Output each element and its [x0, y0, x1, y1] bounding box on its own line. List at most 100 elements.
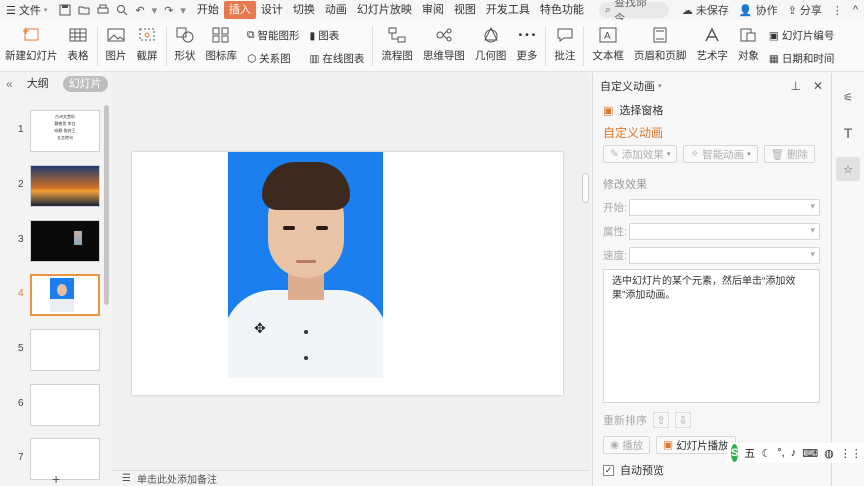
relation-button[interactable]: ⬡ 关系图	[247, 51, 300, 66]
slide-thumbnail[interactable]: 3	[0, 220, 108, 266]
autopreview-row[interactable]: ✓ 自动预览	[593, 460, 830, 480]
wand-icon: ✧	[690, 148, 700, 160]
icon-library-button[interactable]: 图标库	[201, 26, 243, 63]
tab-developer[interactable]: 开发工具	[481, 1, 535, 19]
properties-button[interactable]: ⚟	[836, 85, 860, 109]
start-label: 开始:	[603, 201, 627, 214]
start-select[interactable]	[629, 198, 820, 216]
new-slide-icon	[21, 26, 41, 44]
slide-thumbnail[interactable]: 6	[0, 384, 108, 430]
geometry-button[interactable]: 几何图	[470, 26, 512, 63]
screenshot-button[interactable]: 截屏	[132, 26, 163, 63]
tab-slides[interactable]: 幻灯片	[62, 76, 108, 92]
text-button[interactable]: T	[836, 121, 860, 145]
tab-slideshow[interactable]: 幻灯片放映	[352, 1, 417, 19]
slideshow-button[interactable]: ▣ 幻灯片播放	[656, 436, 736, 454]
undo-dropdown-icon[interactable]: ▾	[152, 4, 158, 17]
mic-icon[interactable]: ♪	[791, 447, 797, 459]
more-menu-icon[interactable]: ⋮	[832, 4, 843, 17]
play-button[interactable]: ◉ 播放	[603, 436, 651, 454]
picture-button[interactable]: 图片	[101, 26, 132, 63]
slide-thumbnail-selected[interactable]: 4	[0, 274, 108, 320]
comment-button[interactable]: 批注	[549, 26, 580, 63]
tab-outline[interactable]: 大纲	[21, 76, 55, 92]
chart-button[interactable]: ▮ 图表	[310, 28, 365, 43]
move-up-icon[interactable]: ⇧	[653, 412, 669, 428]
more-button[interactable]: • • • 更多	[511, 26, 542, 63]
flowchart-button[interactable]: 流程图	[376, 26, 418, 63]
open-icon[interactable]	[78, 4, 90, 16]
editor-scrollbar[interactable]	[582, 173, 589, 203]
skin-icon[interactable]: ◍	[824, 447, 834, 460]
slide-number-button[interactable]: ▣ 幻灯片编号	[769, 28, 834, 43]
speed-select[interactable]	[629, 246, 820, 264]
new-slide-button[interactable]: 新建幻灯片	[0, 26, 63, 63]
object-button[interactable]: 对象	[733, 26, 764, 63]
move-down-icon[interactable]: ⇩	[675, 412, 691, 428]
slides-scrollbar[interactable]	[104, 105, 109, 305]
wordart-button[interactable]: 艺术字	[691, 26, 733, 63]
slide-thumbnail[interactable]: 2	[0, 165, 108, 211]
save-icon[interactable]	[59, 4, 71, 16]
sogou-logo-icon[interactable]: S	[731, 444, 739, 462]
punctuation-icon[interactable]: °,	[777, 447, 784, 459]
command-search[interactable]: ⌕ 查找命令...	[598, 0, 669, 25]
delete-button[interactable]: 🗑 删除	[763, 145, 815, 163]
slide-thumbnail[interactable]: 1 古诗文赏析 静夜思 李白 咏鹅 骆宾王 五言绝句	[0, 110, 108, 156]
tab-home[interactable]: 开始	[192, 1, 224, 19]
unsaved-status[interactable]: ☁ 未保存	[682, 2, 729, 18]
share-button[interactable]: ⇪ 分享	[788, 2, 822, 18]
ime-mode[interactable]: 五	[744, 445, 755, 461]
speed-row: 速度:	[593, 245, 830, 265]
redo-icon[interactable]: ↷	[164, 4, 173, 17]
animation-list[interactable]: 选中幻灯片的某个元素，然后单击“添加效果”添加动画。	[603, 269, 820, 403]
mindmap-button[interactable]: 思维导图	[418, 26, 470, 63]
animation-button[interactable]: ☆	[836, 157, 860, 181]
add-effect-button[interactable]: ✎ 添加效果 ▾	[603, 145, 678, 163]
close-icon[interactable]: ✕	[813, 79, 823, 93]
portrait-photo[interactable]	[228, 152, 383, 378]
slide-6-preview	[30, 384, 100, 426]
tab-features[interactable]: 特色功能	[535, 1, 589, 19]
slide-number: 5	[18, 343, 24, 354]
smart-graphic-button[interactable]: ⧉ 智能图形	[247, 28, 300, 43]
tab-review[interactable]: 审阅	[417, 1, 449, 19]
collapse-ribbon-icon[interactable]: ^	[853, 4, 858, 16]
keyboard-icon[interactable]: ⌨	[802, 447, 818, 460]
collapse-panel-icon[interactable]: «	[6, 77, 13, 91]
print-icon[interactable]	[97, 4, 109, 16]
date-time-button[interactable]: ▦ 日期和时间	[769, 51, 834, 66]
preview-icon[interactable]	[116, 4, 128, 16]
slide-thumbnail[interactable]: 5	[0, 329, 108, 375]
property-select[interactable]	[629, 222, 820, 240]
select-pane-link[interactable]: ▣ 选择窗格	[593, 99, 830, 121]
moon-icon[interactable]: ☾	[761, 447, 771, 460]
screenshot-label: 截屏	[136, 50, 158, 62]
tab-transition[interactable]: 切换	[288, 1, 320, 19]
online-chart-label: 在线图表	[322, 53, 365, 65]
add-slide-button[interactable]: +	[52, 471, 60, 486]
table-button[interactable]: 表格	[63, 26, 94, 63]
tab-insert[interactable]: 插入	[223, 1, 256, 19]
pin-icon[interactable]: ⊥	[790, 79, 800, 93]
smart-graphic-group: ⧉ 智能图形 ⬡ 关系图	[242, 26, 305, 66]
tab-design[interactable]: 设计	[256, 1, 288, 19]
undo-icon[interactable]: ↶	[135, 4, 144, 17]
online-chart-button[interactable]: ▥ 在线图表	[310, 51, 365, 66]
file-menu[interactable]: ☰ 文件 ▾	[0, 0, 53, 20]
smart-animation-button[interactable]: ✧ 智能动画 ▾	[683, 145, 758, 163]
tab-view[interactable]: 视图	[449, 1, 481, 19]
customize-qa-icon[interactable]: ▾	[180, 4, 186, 17]
ribbon-divider	[165, 26, 167, 66]
current-slide[interactable]: ✥	[132, 152, 563, 395]
tab-animation[interactable]: 动画	[320, 1, 352, 19]
header-footer-button[interactable]: 页眉和页脚	[629, 26, 692, 63]
notes-area[interactable]: ☰ 单击此处添加备注	[112, 470, 590, 486]
chevron-down-icon[interactable]: ▾	[658, 82, 662, 90]
collab-button[interactable]: 👤 协作	[739, 2, 778, 18]
shape-button[interactable]: 形状	[170, 26, 201, 63]
pane-title[interactable]: 自定义动画	[600, 78, 655, 94]
autopreview-checkbox[interactable]: ✓	[603, 464, 614, 476]
textbox-button[interactable]: A 文本框	[587, 26, 629, 63]
grid-icon[interactable]: ⋮⋮	[840, 447, 862, 460]
